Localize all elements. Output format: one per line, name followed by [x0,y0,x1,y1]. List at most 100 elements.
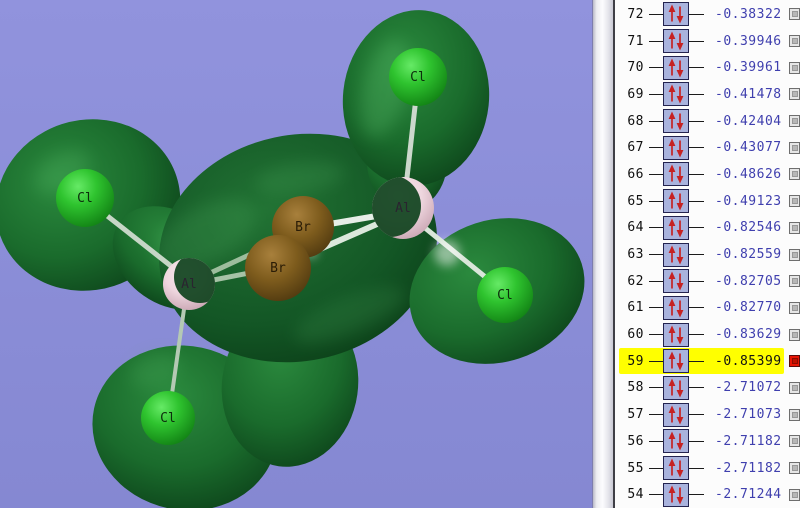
orbital-row-61[interactable]: 61 -0.82770 [615,295,800,322]
orbital-checkbox[interactable] [789,88,800,101]
orbital-row-71[interactable]: 71 -0.39946 [615,28,800,55]
orbital-row-63[interactable]: 63 -0.82559 [615,241,800,268]
orbital-row-70[interactable]: 70 -0.39961 [615,54,800,81]
level-line-left [649,387,663,389]
atom-Cl[interactable]: Cl [141,391,195,445]
orbital-checkbox[interactable] [789,248,800,261]
electron-pair-icon[interactable] [663,215,689,240]
level-line-left [649,494,663,496]
checkbox-inner [791,384,798,391]
orbital-checkbox[interactable] [789,8,800,21]
orbital-row-60[interactable]: 60 -0.83629 [615,321,800,348]
orbital-energy: -0.82546 [715,220,782,236]
orbital-energy: -2.71182 [715,433,782,449]
level-line-right [689,440,704,442]
electron-pair-icon[interactable] [663,162,689,187]
orbital-row-65[interactable]: 65 -0.49123 [615,188,800,215]
electron-pair-icon[interactable] [663,402,689,427]
electron-pair-icon[interactable] [663,482,689,507]
atom-Cl[interactable]: Cl [477,267,533,323]
level-line-right [689,307,704,309]
level-line-right [689,254,704,256]
orbital-checkbox[interactable] [789,195,800,208]
orbital-checkbox[interactable] [789,381,800,394]
checkbox-inner [791,198,798,205]
orbital-row-69[interactable]: 69 -0.41478 [615,81,800,108]
orbital-row-56[interactable]: 56 -2.71182 [615,428,800,455]
molecule-viewport[interactable]: Cl Cl Cl Cl Br Br Al Al [0,0,592,508]
electron-pair-icon[interactable] [663,109,689,134]
orbital-checkbox[interactable] [789,141,800,154]
panel-divider [592,0,613,508]
orbital-row-64[interactable]: 64 -0.82546 [615,215,800,242]
orbital-row-62[interactable]: 62 -0.82705 [615,268,800,295]
electron-pair-icon[interactable] [663,429,689,454]
checkbox-inner [791,411,798,418]
checkbox-inner [791,171,798,178]
orbital-number: 62 [627,273,644,289]
orbital-checkbox[interactable] [789,488,800,501]
electron-pair-icon[interactable] [663,456,689,481]
orbital-number: 65 [627,193,644,209]
electron-pair-icon[interactable] [663,322,689,347]
orbital-row-66[interactable]: 66 -0.48626 [615,161,800,188]
orbital-checkbox[interactable] [789,221,800,234]
orbital-checkbox[interactable] [789,408,800,421]
electron-pair-icon[interactable] [663,242,689,267]
orbital-row-main: 56 -2.71182 [619,428,784,454]
orbital-number: 58 [627,380,644,396]
orbital-checkbox[interactable] [789,115,800,128]
orbital-checkbox[interactable] [789,168,800,181]
checkbox-inner [791,118,798,125]
orbital-energy: -0.39961 [715,60,782,76]
orbital-number: 55 [627,460,644,476]
atom-Cl[interactable]: Cl [389,48,447,106]
orbital-list: 72 -0.38322 71 -0.39946 70 -0.39961 69 -0.41478… [615,1,800,508]
orbital-energy: -0.39946 [715,33,782,49]
level-line-left [649,280,663,282]
orbital-checkbox[interactable] [789,462,800,475]
orbital-row-59[interactable]: 59 -0.85399 [615,348,800,375]
electron-pair-icon[interactable] [663,82,689,107]
orbital-row-68[interactable]: 68 -0.42404 [615,108,800,135]
electron-pair-icon[interactable] [663,55,689,80]
checkbox-inner [791,251,798,258]
orbital-energy: -0.85399 [715,353,782,369]
orbital-row-main: 66 -0.48626 [619,161,784,187]
orbital-checkbox[interactable] [789,61,800,74]
electron-pair-icon[interactable] [663,29,689,54]
orbital-row-55[interactable]: 55 -2.71182 [615,455,800,482]
orbital-checkbox[interactable] [789,328,800,341]
electron-pair-icon[interactable] [663,269,689,294]
orbital-row-72[interactable]: 72 -0.38322 [615,1,800,28]
orbital-row-57[interactable]: 57 -2.71073 [615,401,800,428]
orbital-checkbox[interactable] [789,275,800,288]
orbital-checkbox-checked[interactable] [789,355,800,368]
electron-pair-icon[interactable] [663,349,689,374]
electron-pair-icon[interactable] [663,2,689,27]
atom-label: Cl [77,191,93,206]
atom-Br[interactable]: Br [245,235,311,301]
orbital-number: 59 [627,353,644,369]
orbital-number: 61 [627,300,644,316]
orbital-checkbox[interactable] [789,35,800,48]
orbital-row-67[interactable]: 67 -0.43077 [615,134,800,161]
orbital-row-54[interactable]: 54 -2.71244 [615,481,800,508]
orbital-number: 71 [627,33,644,49]
orbital-energy: -0.82770 [715,300,782,316]
orbital-energy: -0.48626 [715,166,782,182]
level-line-left [649,40,663,42]
electron-pair-icon[interactable] [663,295,689,320]
orbital-row-main: 67 -0.43077 [619,135,784,161]
level-line-left [649,467,663,469]
electron-pair-icon[interactable] [663,189,689,214]
electron-pair-icon[interactable] [663,375,689,400]
orbital-row-58[interactable]: 58 -2.71072 [615,375,800,402]
level-line-left [649,414,663,416]
atom-Cl[interactable]: Cl [56,169,114,227]
orbital-row-main: 71 -0.39946 [619,28,784,54]
orbital-checkbox[interactable] [789,301,800,314]
electron-pair-icon[interactable] [663,135,689,160]
orbital-checkbox[interactable] [789,435,800,448]
orbital-row-main: 63 -0.82559 [619,242,784,268]
